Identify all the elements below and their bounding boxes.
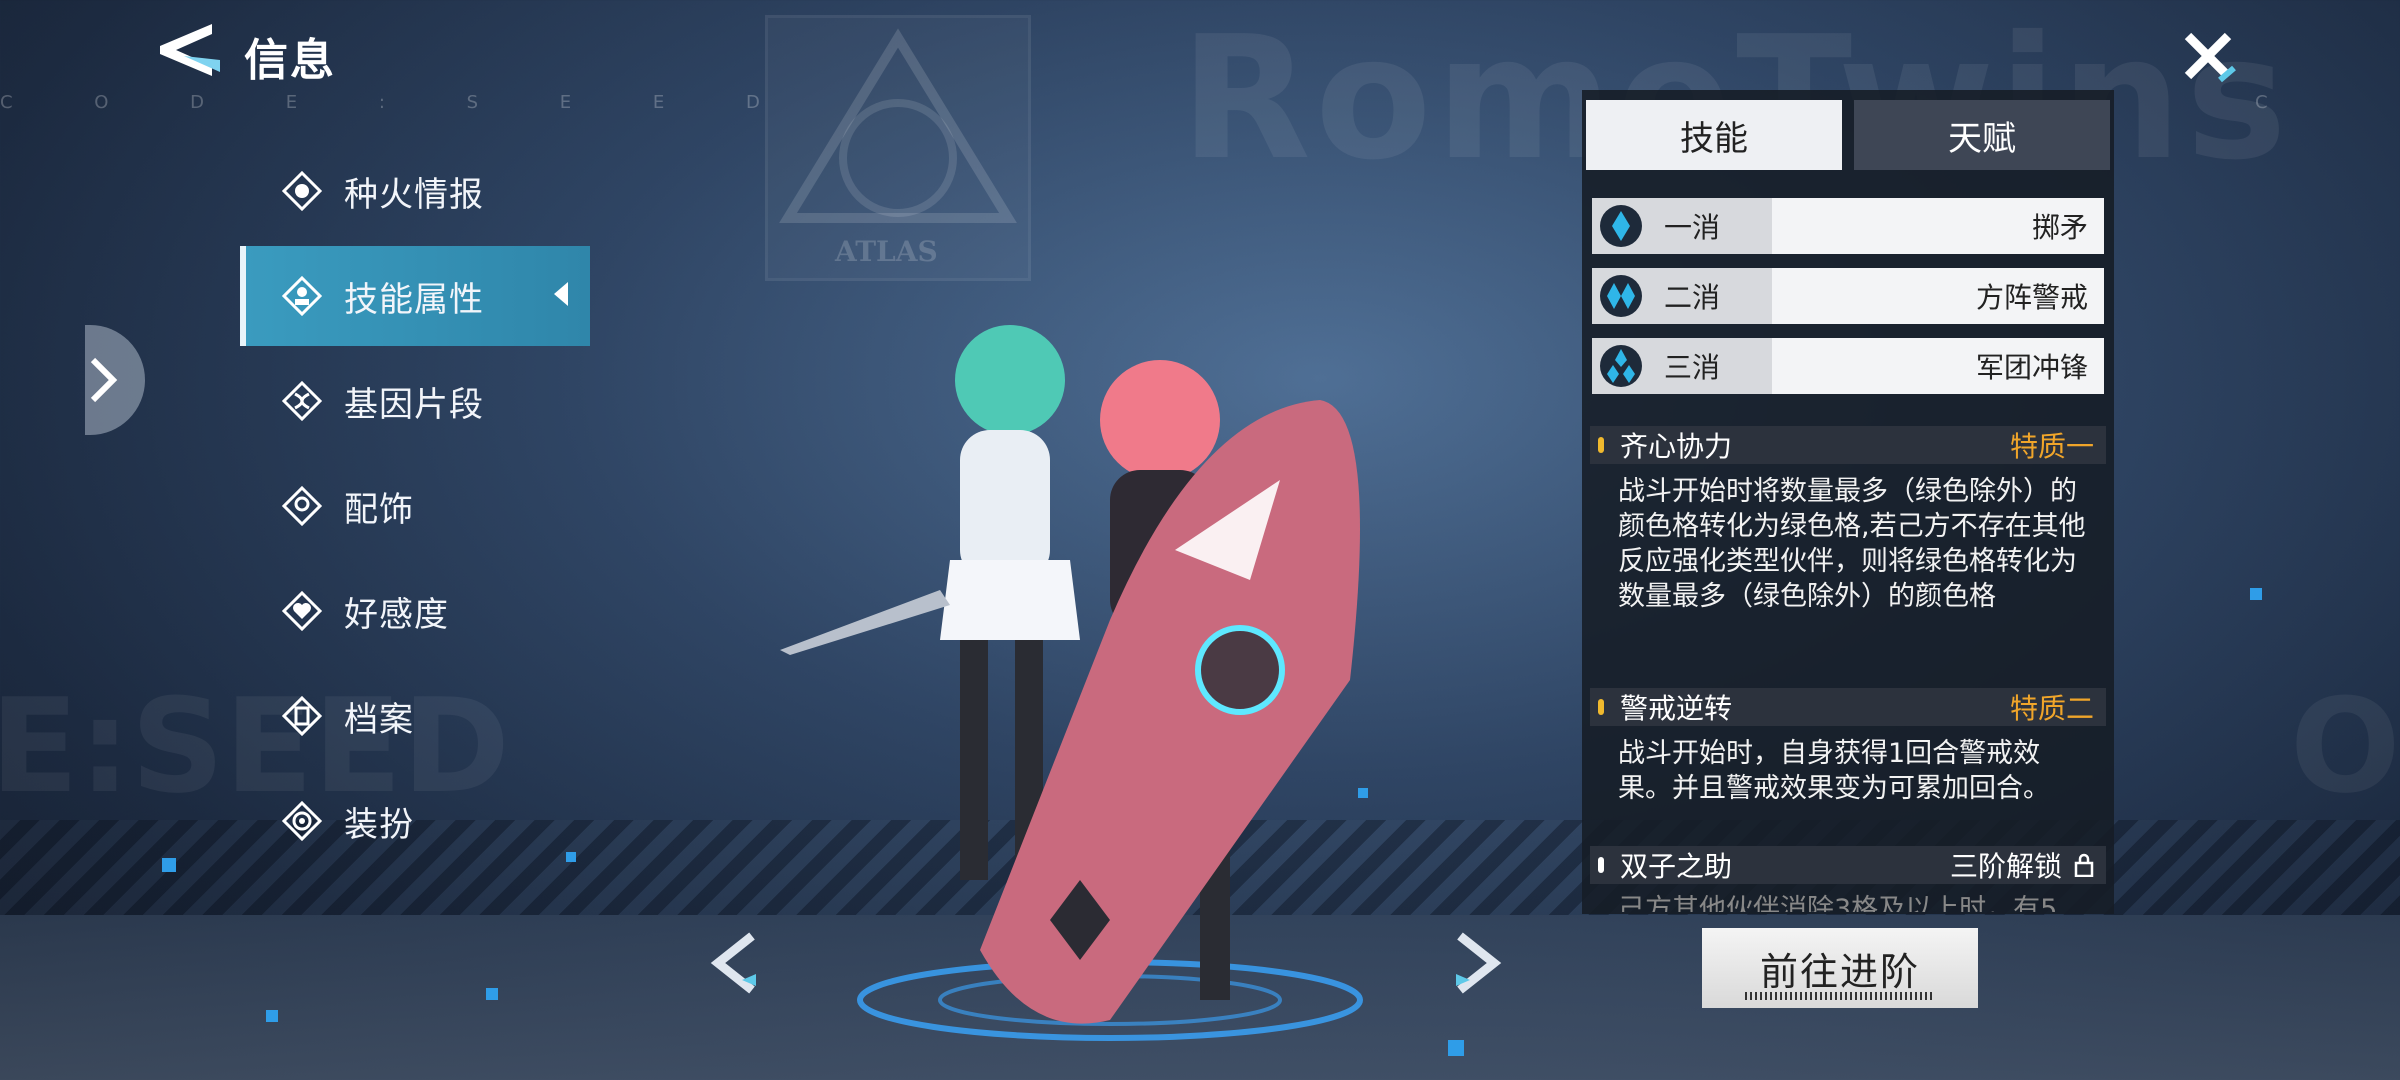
skill-row[interactable]: 一消 掷矛 bbox=[1592, 198, 2104, 254]
trait-header: 双子之助 三阶解锁 bbox=[1590, 846, 2106, 884]
triple-gem-icon bbox=[1600, 345, 1642, 387]
sidebar-item-affinity[interactable]: 好感度 bbox=[282, 578, 582, 644]
trait-tag: 特质二 bbox=[2009, 692, 2094, 725]
decor-square bbox=[566, 852, 576, 862]
sidebar-item-label: 好感度 bbox=[344, 594, 449, 635]
active-caret-icon bbox=[554, 282, 568, 306]
double-gem-icon bbox=[1600, 275, 1642, 317]
trait-description: 战斗开始时将数量最多（绿色除外）的颜色格转化为绿色格,若己方不存在其他反应强化类… bbox=[1618, 476, 2086, 612]
sidebar-item-label: 装扮 bbox=[344, 804, 414, 845]
close-icon bbox=[2184, 32, 2236, 83]
trait-description: 己方其他伙伴消除3格及以上时，有5 bbox=[1618, 894, 2058, 912]
trait-header: 警戒逆转 特质二 bbox=[1590, 688, 2106, 726]
tab-skills[interactable]: 技能 bbox=[1586, 100, 1842, 170]
skill-panel: 技能 天赋 一消 掷矛 二消 方阵警戒 三消 军团冲锋 齐心协力 特质一 战斗开… bbox=[1582, 90, 2114, 914]
skill-name: 掷矛 bbox=[2031, 211, 2088, 244]
sidebar-item-label: 基因片段 bbox=[344, 384, 484, 425]
back-button[interactable] bbox=[150, 20, 230, 80]
tab-talents[interactable]: 天赋 bbox=[1854, 100, 2110, 170]
archive-icon bbox=[282, 696, 322, 736]
heart-icon bbox=[282, 591, 322, 631]
sidebar-item-label: 配饰 bbox=[344, 489, 414, 530]
lock-icon bbox=[2074, 853, 2094, 877]
trait-name: 齐心协力 bbox=[1620, 430, 1733, 463]
sidebar-item-label: 种火情报 bbox=[344, 174, 484, 215]
outfit-icon bbox=[282, 801, 322, 841]
trait-tag: 三阶解锁 bbox=[1949, 850, 2062, 883]
next-character-button[interactable] bbox=[1446, 928, 1506, 998]
skill-level: 一消 bbox=[1664, 211, 1721, 244]
sidebar-item-label: 技能属性 bbox=[344, 279, 484, 320]
trait-tag: 特质一 bbox=[2009, 430, 2094, 463]
skill-row[interactable]: 二消 方阵警戒 bbox=[1592, 268, 2104, 324]
trait-name: 警戒逆转 bbox=[1620, 692, 1733, 725]
decor-square bbox=[486, 988, 498, 1000]
trait-description: 战斗开始时，自身获得1回合警戒效果。并且警戒效果变为可累加回合。 bbox=[1618, 738, 2050, 804]
trait-description-clip: 己方其他伙伴消除3格及以上时，有5 bbox=[1618, 892, 2088, 912]
prev-character-button[interactable] bbox=[706, 928, 766, 998]
skill-level: 三消 bbox=[1664, 351, 1721, 384]
sidebar-item-archive[interactable]: 档案 bbox=[282, 683, 582, 749]
arrow-left-icon bbox=[710, 932, 756, 994]
decor-square bbox=[1448, 1040, 1464, 1056]
character-illustration bbox=[780, 325, 1363, 1041]
close-button[interactable] bbox=[2180, 28, 2240, 88]
chevron-right-icon bbox=[90, 357, 118, 403]
sidebar-item-gene-fragment[interactable]: 基因片段 bbox=[282, 368, 582, 434]
sidebar-item-outfit[interactable]: 装扮 bbox=[282, 788, 582, 854]
barcode-decoration bbox=[1745, 992, 1935, 1000]
sidebar-item-skill-attribute[interactable]: 技能属性 bbox=[240, 246, 590, 346]
skill-attribute-icon bbox=[282, 276, 322, 316]
gene-fragment-icon bbox=[282, 381, 322, 421]
decor-square bbox=[2250, 588, 2262, 600]
sidebar-item-fire-intel[interactable]: 种火情报 bbox=[282, 158, 582, 224]
trait-marker-icon bbox=[1598, 699, 1604, 715]
background-seed-text-right: OD bbox=[2290, 670, 2400, 822]
skill-level: 二消 bbox=[1664, 281, 1721, 314]
page-title: 信息 bbox=[244, 35, 336, 86]
arrow-right-icon bbox=[1456, 932, 1502, 994]
skill-row[interactable]: 三消 军团冲锋 bbox=[1592, 338, 2104, 394]
side-expand-tab[interactable] bbox=[85, 325, 145, 435]
sidebar-item-accessory[interactable]: 配饰 bbox=[282, 473, 582, 539]
single-gem-icon bbox=[1600, 205, 1642, 247]
decor-square bbox=[266, 1010, 278, 1022]
back-arrow-icon bbox=[160, 24, 220, 76]
background-code-text: C O D E : S E E D bbox=[0, 92, 798, 113]
background-code-text-right: C bbox=[2255, 92, 2268, 113]
trait-header: 齐心协力 特质一 bbox=[1590, 426, 2106, 464]
skill-name: 军团冲锋 bbox=[1975, 351, 2088, 384]
trait-marker-icon bbox=[1598, 437, 1604, 453]
skill-name: 方阵警戒 bbox=[1975, 281, 2088, 314]
trait-name: 双子之助 bbox=[1620, 850, 1733, 883]
trait-marker-icon bbox=[1598, 857, 1604, 873]
sidebar-item-label: 档案 bbox=[344, 699, 414, 740]
accessory-icon bbox=[282, 486, 322, 526]
decor-square bbox=[162, 858, 176, 872]
decor-square bbox=[1358, 788, 1368, 798]
fire-intel-icon bbox=[282, 171, 322, 211]
